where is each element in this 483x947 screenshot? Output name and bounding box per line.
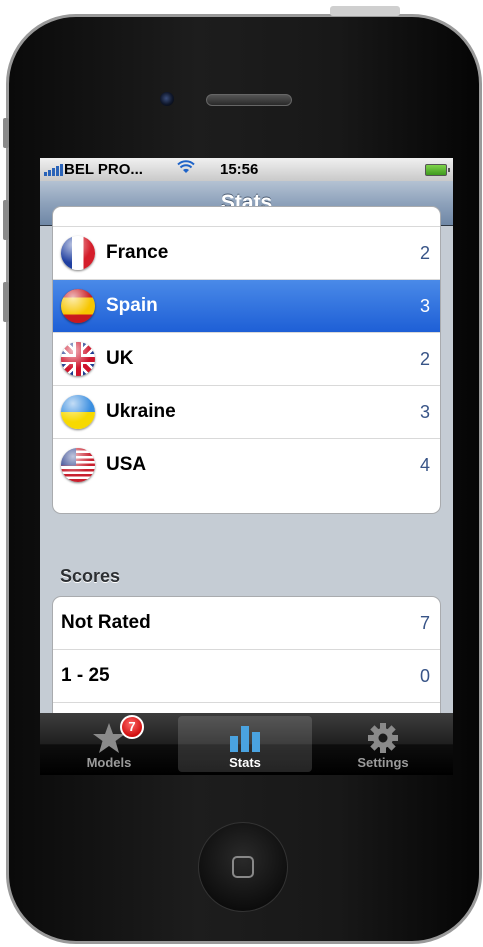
- ukraine-flag-icon: [61, 395, 95, 429]
- list-item-label: USA: [106, 454, 147, 475]
- models-badge: 7: [120, 715, 144, 739]
- bar-chart-icon: [228, 722, 262, 757]
- list-item-count: 2: [419, 243, 430, 263]
- clock: 15:56: [220, 161, 259, 178]
- list-item-france[interactable]: France 2: [53, 227, 440, 280]
- battery-icon: [425, 164, 450, 176]
- signal-strength-icon: [44, 164, 63, 176]
- home-square-icon: [232, 856, 254, 878]
- stats-table[interactable]: France 2 Spain 3 UK 2 Ukraine 3 USA 4 Sc…: [40, 206, 453, 728]
- scores-group: Not Rated 7 1 - 25 0: [52, 596, 441, 728]
- wifi-icon: [176, 159, 196, 180]
- countries-group: France 2 Spain 3 UK 2 Ukraine 3 USA 4: [52, 206, 441, 514]
- scores-section-header: Scores: [60, 566, 121, 586]
- status-bar: BEL PRO... 15:56: [40, 158, 453, 181]
- france-flag-icon: [61, 236, 95, 270]
- tab-label: Models: [86, 755, 132, 770]
- list-item-label: Ukraine: [106, 401, 176, 422]
- list-item-count: 3: [419, 402, 430, 422]
- list-item-label: 1 - 25: [61, 665, 110, 686]
- list-item-ukraine[interactable]: Ukraine 3: [53, 386, 440, 439]
- list-item-1-25[interactable]: 1 - 25 0: [53, 650, 440, 703]
- list-item-count: 2: [419, 349, 430, 369]
- list-item-uk[interactable]: UK 2: [53, 333, 440, 386]
- gear-icon: [367, 722, 399, 759]
- list-item-label: Spain: [106, 295, 158, 316]
- list-item-label: UK: [106, 348, 134, 369]
- list-item-label: France: [106, 242, 169, 263]
- home-button[interactable]: [198, 822, 288, 912]
- volume-up-button: [3, 200, 9, 240]
- carrier-name: BEL PRO...: [64, 161, 143, 178]
- volume-down-button: [3, 282, 9, 322]
- tab-stats[interactable]: Stats: [178, 716, 312, 772]
- front-camera: [160, 92, 174, 106]
- list-item-count: 0: [419, 666, 430, 686]
- tab-label: Stats: [229, 755, 261, 770]
- spain-flag-icon: [61, 289, 95, 323]
- tab-settings[interactable]: Settings: [316, 716, 450, 772]
- sleep-button: [330, 6, 400, 16]
- list-item-count: 7: [419, 613, 430, 633]
- list-item-spain[interactable]: Spain 3: [53, 280, 440, 333]
- list-item-count: 4: [419, 455, 430, 475]
- screen: BEL PRO... 15:56 Stats France 2 Spain 3: [40, 158, 453, 775]
- uk-flag-icon: [61, 342, 95, 376]
- usa-flag-icon: [61, 448, 95, 482]
- mute-switch: [3, 118, 9, 148]
- tab-label: Settings: [357, 755, 409, 770]
- tab-bar: 7 Models Stats Settings: [40, 713, 453, 775]
- tab-models[interactable]: 7 Models: [42, 715, 176, 772]
- list-item-count: 3: [419, 296, 430, 316]
- list-item-label: Not Rated: [61, 612, 151, 633]
- earpiece-speaker: [206, 94, 292, 106]
- list-item-not-rated[interactable]: Not Rated 7: [53, 597, 440, 650]
- list-item[interactable]: [53, 207, 440, 227]
- list-item-usa[interactable]: USA 4: [53, 439, 440, 492]
